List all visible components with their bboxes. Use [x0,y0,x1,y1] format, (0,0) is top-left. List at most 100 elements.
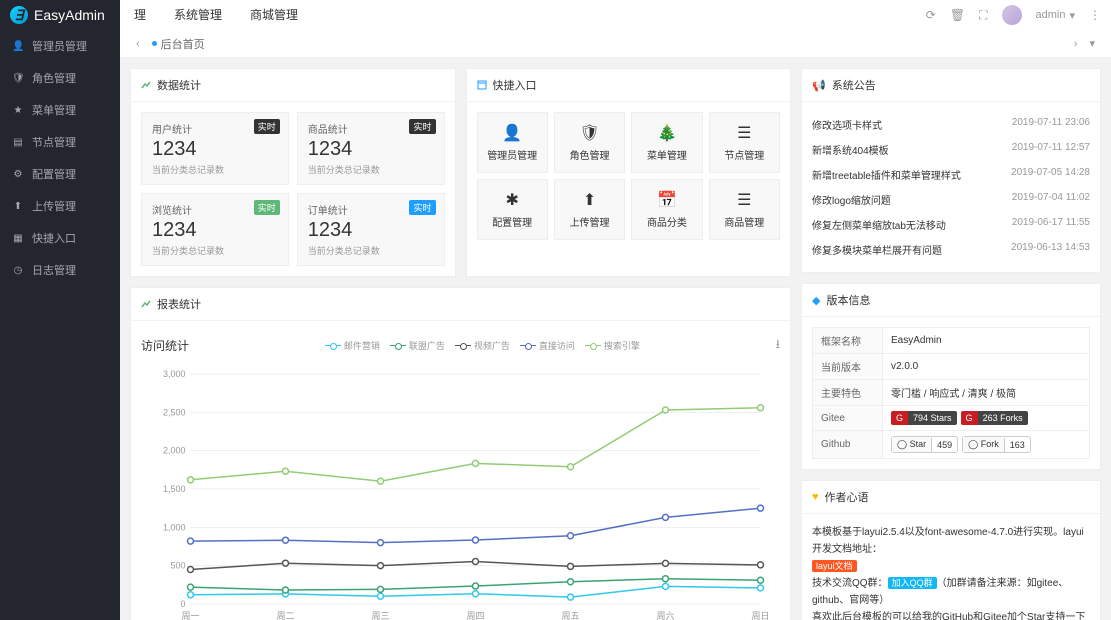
sidebar-item-6[interactable]: ▦快捷入口 [0,222,120,254]
svg-text:周五: 周五 [561,611,579,620]
gitee-stars-badge[interactable]: G794 Stars [891,411,957,425]
svg-text:2,500: 2,500 [163,407,186,417]
quick-item-7[interactable]: ☰商品管理 [709,179,780,240]
admin-icon: 👤 [482,123,543,143]
svg-text:1,500: 1,500 [163,484,186,494]
sidebar-item-3[interactable]: ▤节点管理 [0,126,120,158]
role-icon: 🛡 [559,123,620,143]
breadcrumb-menu-icon[interactable]: ▾ [1083,37,1101,50]
author-panel-title: 作者心语 [825,489,869,505]
gear-icon: ⚙ [12,169,24,180]
clock-icon: ◷ [12,265,24,276]
trash-icon[interactable]: 🗑 [950,8,965,22]
top-tab-1[interactable]: 系统管理 [160,0,236,30]
chart-title: 访问统计 [141,337,189,354]
quick-item-0[interactable]: 👤管理员管理 [477,112,548,173]
stat-box-1: 商品统计1234当前分类总记录数实时 [297,112,445,185]
legend-item[interactable]: 视频广告 [455,339,510,352]
gitee-forks-badge[interactable]: G263 Forks [961,411,1028,425]
sidebar-item-4[interactable]: ⚙配置管理 [0,158,120,190]
legend-item[interactable]: 联盟广告 [390,339,445,352]
announce-icon: 📢 [812,79,826,92]
news-item[interactable]: 修复左侧菜单缩放tab无法移动2019-06-17 11:55 [812,212,1090,237]
list-icon: ▤ [12,137,24,148]
chart-icon [141,80,151,90]
quick-item-1[interactable]: 🛡角色管理 [554,112,625,173]
svg-text:周二: 周二 [276,611,294,620]
category-icon: 📅 [636,190,697,210]
news-item[interactable]: 修改logo缩放问题2019-07-04 11:02 [812,187,1090,212]
sidebar-item-7[interactable]: ◷日志管理 [0,254,120,286]
github-star-badge[interactable]: ◯ Star459 [891,436,958,453]
upload-icon: ⬆ [559,190,620,210]
svg-text:2,000: 2,000 [163,446,186,456]
config-icon: ✱ [482,190,543,210]
stats-panel-title: 数据统计 [157,77,201,93]
legend-item[interactable]: 邮件营销 [325,339,380,352]
window-icon [477,80,487,90]
svg-text:周四: 周四 [466,611,484,620]
sidebar-item-1[interactable]: 🛡角色管理 [0,62,120,94]
product-icon: ☰ [714,190,775,210]
stat-box-2: 浏览统计1234当前分类总记录数实时 [141,193,289,266]
node-icon: ☰ [714,123,775,143]
svg-text:500: 500 [170,561,185,571]
news-item[interactable]: 新增系统404模板2019-07-11 12:57 [812,137,1090,162]
news-item[interactable]: 修复多模块菜单栏展开有问题2019-06-13 14:53 [812,237,1090,262]
sidebar-item-0[interactable]: 👤管理员管理 [0,30,120,62]
svg-text:周日: 周日 [751,611,769,620]
brand-name: EasyAdmin [34,7,105,23]
more-icon[interactable]: ⋮ [1089,8,1101,22]
dot-icon [152,41,157,46]
grid-icon: ▦ [12,233,24,244]
svg-text:1,000: 1,000 [163,522,186,532]
star-icon: ★ [12,105,24,116]
breadcrumb-prev-icon[interactable]: ‹ [130,38,146,50]
quick-item-2[interactable]: 🎄菜单管理 [631,112,702,173]
news-item[interactable]: 新增treetable插件和菜单管理样式2019-07-05 14:28 [812,162,1090,187]
line-chart: 05001,0001,5002,0002,5003,000周一周二周三周四周五周… [141,364,780,620]
info-icon: ◆ [812,294,820,307]
layui-doc-badge[interactable]: layui文档 [812,560,857,572]
github-fork-badge[interactable]: ◯ Fork163 [962,436,1031,453]
stat-badge: 实时 [409,200,435,215]
svg-text:0: 0 [180,599,185,609]
svg-text:3,000: 3,000 [163,369,186,379]
menu-icon: 🎄 [636,123,697,143]
stat-box-0: 用户统计1234当前分类总记录数实时 [141,112,289,185]
legend-item[interactable]: 直接访问 [520,339,575,352]
top-tab-0[interactable]: 理 [120,0,160,30]
quick-item-5[interactable]: ⬆上传管理 [554,179,625,240]
breadcrumb-item[interactable]: 后台首页 [152,36,205,52]
breadcrumb-next-icon[interactable]: › [1068,38,1084,50]
sidebar-item-2[interactable]: ★菜单管理 [0,94,120,126]
upload-icon: ⬆ [12,201,24,212]
top-tab-2[interactable]: 商城管理 [236,0,312,30]
logo-icon: ∃ [10,6,28,24]
stat-box-3: 订单统计1234当前分类总记录数实时 [297,193,445,266]
user-icon: 👤 [12,41,24,52]
news-panel-title: 系统公告 [832,77,876,93]
sidebar-item-5[interactable]: ⬆上传管理 [0,190,120,222]
shield-icon: 🛡 [12,73,24,84]
stat-badge: 实时 [254,119,280,134]
refresh-icon[interactable]: ⟳ [926,8,936,22]
svg-text:周六: 周六 [656,610,674,620]
avatar[interactable] [1002,5,1022,25]
quick-item-4[interactable]: ✱配置管理 [477,179,548,240]
qq-group-badge[interactable]: 加入QQ群 [888,577,937,589]
stats-icon [141,299,151,309]
fullscreen-icon[interactable]: ⛶ [979,8,987,23]
chart-panel-title: 报表统计 [157,296,201,312]
quick-item-3[interactable]: ☰节点管理 [709,112,780,173]
stat-badge: 实时 [254,200,280,215]
quick-panel-title: 快捷入口 [493,77,537,93]
svg-text:周一: 周一 [181,611,199,620]
stat-badge: 实时 [409,119,435,134]
user-dropdown[interactable]: admin ▾ [1036,9,1076,22]
quick-item-6[interactable]: 📅商品分类 [631,179,702,240]
legend-item[interactable]: 搜索引擎 [585,339,640,352]
version-panel-title: 版本信息 [826,292,870,308]
download-icon[interactable]: ⭳ [776,335,780,356]
news-item[interactable]: 修改选项卡样式2019-07-11 23:06 [812,112,1090,137]
